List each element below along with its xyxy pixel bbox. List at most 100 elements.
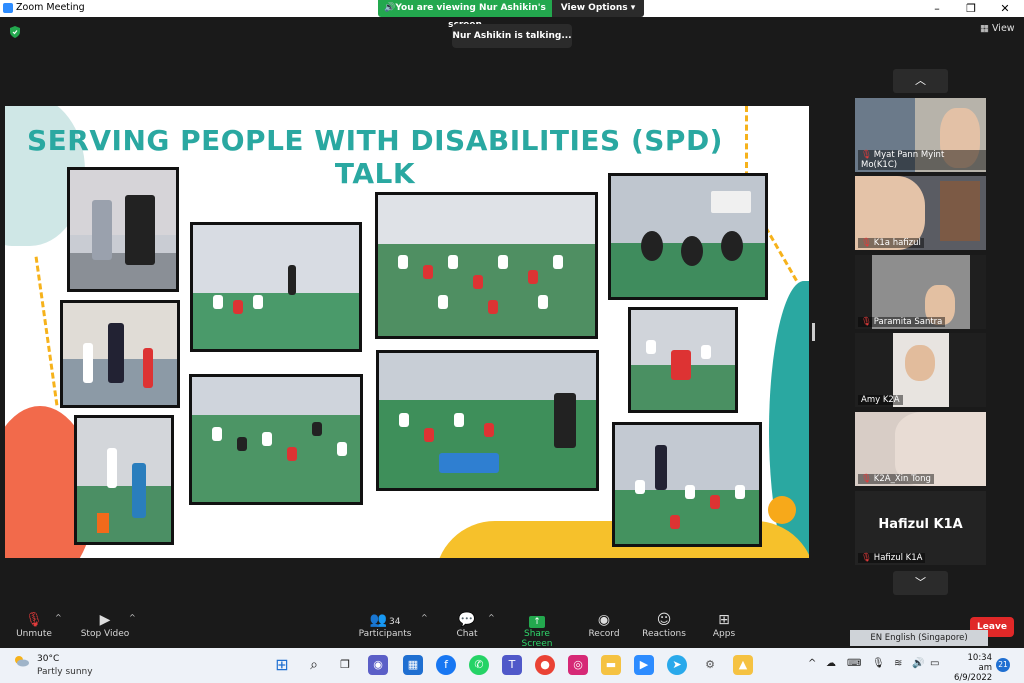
windows-start-icon[interactable]: ⊞: [272, 655, 292, 675]
participant-tile[interactable]: 🎙 Myat Pann Myint Mo(K1C): [855, 98, 986, 172]
weather-temperature[interactable]: 30°C: [37, 654, 59, 664]
zoom-icon[interactable]: ▶: [634, 655, 654, 675]
facebook-icon[interactable]: f: [436, 655, 456, 675]
participant-tile[interactable]: Hafizul K1A 🎙 Hafizul K1A: [855, 491, 986, 565]
slide-photo: [190, 222, 362, 352]
partly-sunny-icon[interactable]: [13, 655, 29, 667]
instagram-icon[interactable]: ◎: [568, 655, 588, 675]
notification-badge[interactable]: 21: [996, 658, 1010, 672]
decorative-dot: [768, 496, 796, 524]
chevron-down-icon: ▾: [630, 3, 636, 13]
participant-name: 🎙 K1a hafizul: [858, 238, 924, 248]
participant-tile[interactable]: Amy K2A: [855, 333, 986, 407]
mic-muted-icon: 🎙: [861, 238, 872, 248]
participant-name: 🎙 Myat Pann Myint Mo(K1C): [858, 150, 986, 170]
slide-photo: [608, 173, 768, 300]
encryption-shield-icon[interactable]: [10, 26, 20, 38]
chevron-up-icon[interactable]: ^: [808, 658, 816, 669]
volume-icon[interactable]: 🔊: [912, 658, 924, 669]
task-view-icon[interactable]: ❐: [335, 655, 355, 675]
keyboard-icon[interactable]: ⌨: [847, 658, 861, 669]
apps-label: Apps: [712, 629, 736, 639]
chat-options-caret[interactable]: ^: [488, 613, 495, 622]
chat-button[interactable]: 💬 Chat: [452, 611, 482, 639]
chat-label: Chat: [456, 629, 478, 639]
clock-date: 6/9/2022: [954, 673, 993, 683]
mic-muted-icon: 🎙: [861, 553, 872, 563]
apps-icon: ⊞: [718, 612, 730, 628]
share-screen-icon: ↑: [508, 611, 566, 629]
chrome-icon[interactable]: ●: [535, 655, 555, 675]
record-icon: ◉: [597, 612, 611, 628]
teams-icon[interactable]: T: [502, 655, 522, 675]
speaker-icon: 🔊: [384, 3, 396, 13]
apps-button[interactable]: ⊞ Apps: [711, 611, 737, 639]
slide-photo: [375, 192, 598, 339]
participant-count: 34: [388, 617, 401, 627]
weather-description[interactable]: Partly sunny: [37, 667, 93, 677]
participants-icon: 👥 34: [369, 612, 401, 628]
unmute-button[interactable]: 🎙 Unmute: [16, 611, 52, 639]
unmute-label: Unmute: [16, 629, 52, 639]
scroll-down-button[interactable]: ﹀: [893, 571, 948, 595]
search-icon[interactable]: ⌕: [304, 655, 324, 675]
system-clock[interactable]: 10:34 am 6/9/2022: [954, 653, 992, 683]
file-explorer-icon[interactable]: ▬: [601, 655, 621, 675]
onedrive-cloud-icon[interactable]: ☁: [826, 658, 836, 669]
whatsapp-icon[interactable]: ✆: [469, 655, 489, 675]
view-options-button[interactable]: View Options ▾: [552, 0, 644, 17]
view-button[interactable]: ▦ View: [980, 23, 1015, 34]
wifi-icon[interactable]: ≋: [894, 658, 902, 669]
slide-photo: [612, 422, 762, 547]
participant-tile[interactable]: 🎙 Paramita Santra: [855, 255, 986, 329]
share-screen-button[interactable]: ↑ Share Screen: [508, 611, 566, 649]
slide-photo: [189, 374, 363, 505]
participant-name: 🎙 K2A_Xin Tong: [858, 474, 934, 484]
video-camera-icon: ▶: [99, 612, 111, 628]
participant-tile[interactable]: 🎙 K2A_Xin Tong: [855, 412, 986, 486]
decorative-dash: [34, 256, 59, 406]
stop-video-label: Stop Video: [80, 629, 130, 639]
participant-tile[interactable]: 🎙 K1a hafizul: [855, 176, 986, 250]
record-label: Record: [588, 629, 620, 639]
microphone-icon[interactable]: 🎙: [872, 658, 885, 669]
mic-muted-icon: 🎙: [861, 317, 872, 327]
clock-time: 10:34 am: [967, 653, 993, 673]
slide-photo: [60, 300, 180, 408]
telegram-icon[interactable]: ➤: [667, 655, 687, 675]
reactions-label: Reactions: [642, 629, 686, 639]
maximize-button[interactable]: ❐: [956, 1, 986, 16]
calendar-icon[interactable]: ▦: [403, 655, 423, 675]
settings-gear-icon[interactable]: ⚙: [700, 655, 720, 675]
smiley-add-icon: ☺: [656, 612, 672, 628]
teams-chat-icon[interactable]: ◉: [368, 655, 388, 675]
participants-label: Participants: [358, 629, 412, 639]
mic-muted-icon: 🎙: [861, 150, 872, 160]
slide-photo: [376, 350, 599, 491]
mic-muted-icon: 🎙: [25, 612, 43, 628]
view-options-label: View Options: [560, 3, 628, 13]
photos-icon[interactable]: ▲: [733, 655, 753, 675]
participant-name: Amy K2A: [858, 395, 903, 405]
language-indicator[interactable]: EN English (Singapore): [850, 630, 988, 646]
view-button-label: View: [992, 23, 1015, 34]
close-button[interactable]: ✕: [990, 1, 1020, 16]
battery-icon[interactable]: ▭: [930, 658, 939, 669]
minimize-button[interactable]: –: [922, 1, 952, 16]
record-button[interactable]: ◉ Record: [586, 611, 622, 639]
mic-muted-icon: 🎙: [861, 474, 872, 484]
slide-photo: [74, 415, 174, 545]
video-options-caret[interactable]: ^: [129, 613, 136, 622]
slide-photo: [67, 167, 179, 292]
chat-bubble-icon: 💬: [458, 612, 476, 628]
reactions-button[interactable]: ☺ Reactions: [642, 611, 686, 639]
scroll-up-button[interactable]: ︿: [893, 69, 948, 93]
screen-share-banner: 🔊You are viewing Nur Ashikin's screen: [378, 0, 552, 30]
participants-options-caret[interactable]: ^: [421, 613, 428, 622]
split-handle[interactable]: [812, 323, 815, 341]
shared-screen-slide: SERVING PEOPLE WITH DISABILITIES (SPD) T…: [5, 106, 809, 558]
stop-video-button[interactable]: ▶ Stop Video: [80, 611, 130, 639]
audio-options-caret[interactable]: ^: [55, 613, 62, 622]
participants-button[interactable]: 👥 34 Participants: [358, 611, 412, 639]
share-screen-label: Share Screen: [521, 629, 553, 649]
